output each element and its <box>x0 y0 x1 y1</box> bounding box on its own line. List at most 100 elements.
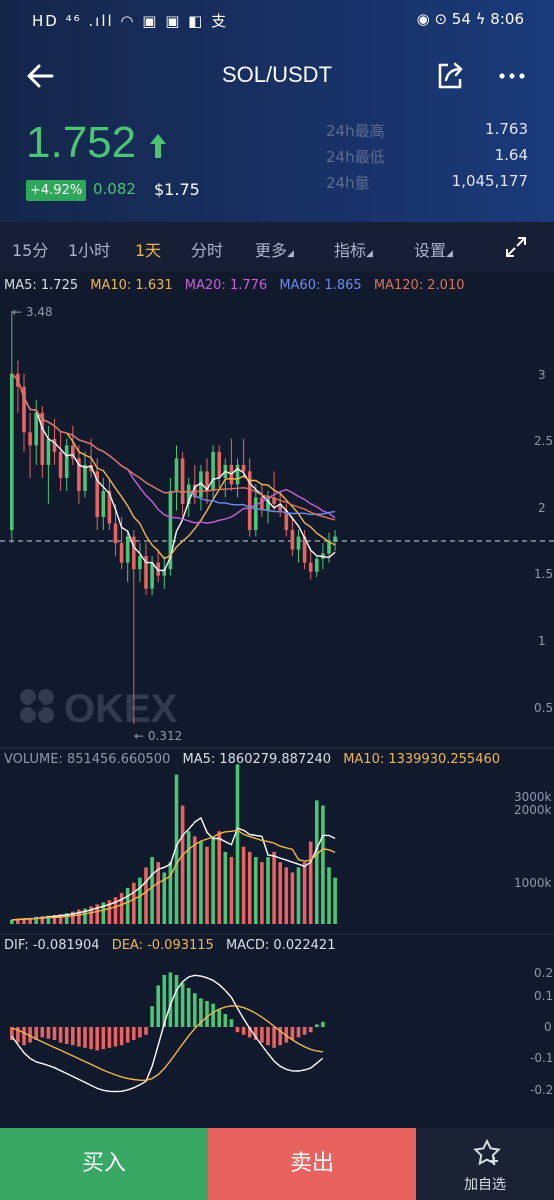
macd-bar <box>144 1027 148 1035</box>
volume-bar <box>180 805 185 924</box>
volume-bar <box>284 867 289 924</box>
candle <box>83 464 87 491</box>
dif-line <box>11 974 324 1093</box>
sell-button[interactable]: 卖出 <box>208 1128 416 1200</box>
macd-bar <box>235 1027 240 1033</box>
volume-bar <box>321 805 325 924</box>
candle <box>150 562 154 589</box>
macd-bar <box>315 1024 319 1027</box>
more-icon[interactable] <box>496 60 528 92</box>
up-arrow-icon <box>150 134 166 158</box>
dea-legend: DEA: -0.093115 <box>111 938 214 953</box>
macd-bar <box>241 1027 246 1035</box>
macd-tick: 0.1 <box>534 989 553 1003</box>
volume-bar <box>241 846 246 924</box>
macd-bar <box>46 1027 51 1039</box>
tab-indicators[interactable]: 指标◢ <box>334 237 373 261</box>
tab-timeline[interactable]: 分时 <box>191 237 223 261</box>
bottom-action-bar: 买入 卖出 加自选 <box>0 1128 554 1200</box>
macd-bar <box>290 1027 295 1040</box>
volume-legend-value: VOLUME: 851456.660500 <box>4 752 171 767</box>
buy-button[interactable]: 买入 <box>0 1128 208 1200</box>
stat-volume-value: 1,045,177 <box>451 172 528 190</box>
volume-bar <box>290 872 295 924</box>
candle <box>333 536 337 541</box>
star-plus-icon <box>473 1138 501 1166</box>
volume-bar <box>229 857 234 924</box>
candle <box>174 458 179 491</box>
volume-bar <box>186 831 191 924</box>
macd-bar <box>58 1027 63 1043</box>
candle <box>34 412 38 446</box>
macd-bar <box>168 972 173 1027</box>
macd-bar <box>113 1027 118 1047</box>
candlestick-chart[interactable]: OKEX 3 2.5 2 1.5 1 0.5 ← 3.48 ← 0.312 30… <box>0 272 554 1128</box>
volume-bar <box>138 877 142 924</box>
candle <box>132 536 136 570</box>
macd-bar <box>71 1027 75 1046</box>
price-tick: 3 <box>538 368 546 382</box>
volume-bar <box>144 867 148 924</box>
change-percent-badge: +4.92% <box>26 180 87 201</box>
macd-bar <box>101 1027 106 1050</box>
macd-bar <box>119 1027 124 1046</box>
macd-bar <box>132 1027 136 1040</box>
macd-bar <box>321 1021 325 1027</box>
volume-bar <box>260 862 264 924</box>
tab-15m[interactable]: 15分 <box>12 237 48 261</box>
share-icon[interactable] <box>434 60 466 92</box>
macd-bar <box>156 985 160 1027</box>
usd-price: $1.75 <box>154 180 200 199</box>
status-bar-right: ◉ ⊙ 54 ϟ 8:06 <box>416 10 524 28</box>
stat-low-value: 1.64 <box>494 146 528 164</box>
high-marker: ← 3.48 <box>12 305 53 319</box>
macd-bar <box>89 1027 93 1050</box>
volume-bar <box>254 857 258 924</box>
volume-bar <box>327 867 331 924</box>
volume-bar <box>333 877 337 924</box>
volume-bar <box>223 851 228 924</box>
macd-bar <box>22 1027 26 1046</box>
macd-bar <box>272 1027 276 1048</box>
tab-settings[interactable]: 设置◢ <box>414 237 453 261</box>
chart-area[interactable]: MA5: 1.725 MA10: 1.631 MA20: 1.776 MA60:… <box>0 272 554 1128</box>
candle <box>211 451 215 491</box>
nav-bar: SOL/USDT <box>0 42 554 112</box>
macd-bar <box>52 1027 57 1040</box>
volume-bar <box>296 867 301 924</box>
candle <box>290 530 295 550</box>
add-favorite-button[interactable]: 加自选 <box>416 1128 554 1200</box>
volume-bar <box>193 836 197 924</box>
add-favorite-label: 加自选 <box>464 1177 506 1193</box>
macd-bar <box>40 1027 45 1038</box>
candle <box>101 490 106 517</box>
candle <box>46 438 51 465</box>
low-marker: ← 0.312 <box>134 729 182 743</box>
volume-tick: 2000k <box>514 803 552 817</box>
tab-more[interactable]: 更多◢ <box>255 237 294 261</box>
candle <box>125 536 130 563</box>
fullscreen-icon[interactable] <box>505 236 527 258</box>
price-tick: 2.5 <box>534 434 553 448</box>
volume-bar <box>247 851 252 924</box>
macd-bar <box>308 1027 313 1033</box>
tab-1d[interactable]: 1天 <box>135 237 161 261</box>
price-tick: 2 <box>538 501 546 515</box>
candle <box>138 556 142 570</box>
volume-bar <box>119 893 124 924</box>
macd-bar <box>229 1019 234 1027</box>
price-tick: 1.5 <box>534 567 553 581</box>
macd-bar <box>223 1014 228 1027</box>
page-title: SOL/USDT <box>221 62 333 87</box>
tab-1h[interactable]: 1小时 <box>68 237 110 261</box>
volume-bar <box>266 857 270 924</box>
macd-bar <box>302 1027 307 1035</box>
macd-bar <box>260 1027 264 1043</box>
last-price: 1.752 <box>26 118 137 167</box>
candle <box>58 451 63 478</box>
candle <box>235 464 240 485</box>
macd-legend: DIF: -0.081904 DEA: -0.093115 MACD: 0.02… <box>4 938 343 953</box>
macd-value-legend: MACD: 0.022421 <box>225 938 336 953</box>
dropdown-triangle-icon: ◢ <box>446 249 453 259</box>
volume-bar <box>308 841 313 924</box>
